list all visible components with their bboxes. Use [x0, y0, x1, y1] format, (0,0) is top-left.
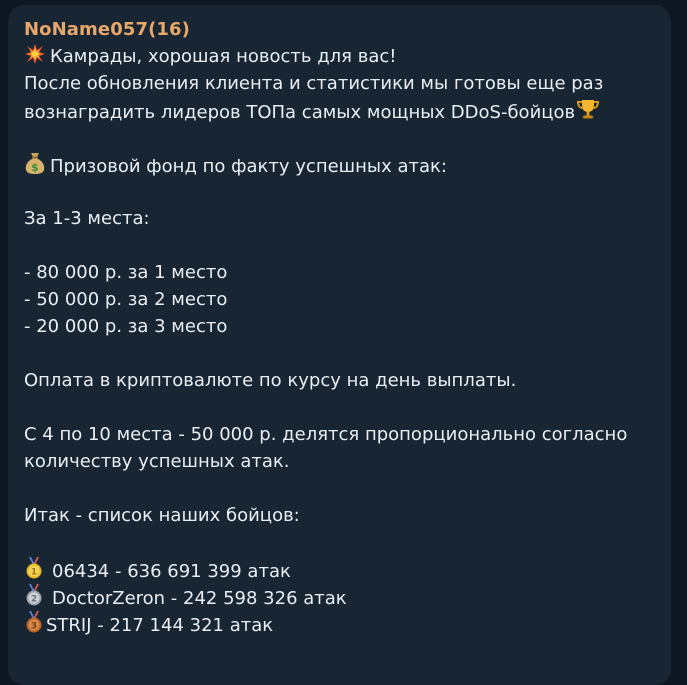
text-line-6: - 80 000 р. за 1 место [24, 259, 655, 286]
ranking-item-3: 3 STRIJ - 217 144 321 атак [24, 610, 655, 637]
message-text: Камрады, хорошая новость для вас! [50, 46, 397, 67]
message-text: количеству успешных атак. [24, 451, 290, 472]
message-text: - 20 000 р. за 3 место [24, 316, 228, 337]
ranking-text: DoctorZeron - 242 598 326 атак [52, 588, 347, 609]
text-line-1: Камрады, хорошая новость для вас! [24, 43, 655, 70]
text-line-5: За 1-3 места: [24, 205, 655, 232]
bronze-medal-icon: 3 [24, 610, 44, 642]
ranking-text: STRIJ - 217 144 321 атак [46, 615, 274, 636]
ranking-text: 06434 - 636 691 399 атак [52, 561, 291, 582]
message-text: С 4 по 10 места - 50 000 р. делятся проп… [24, 424, 628, 445]
message-text: Итак - список наших бойцов: [24, 505, 300, 526]
message-text: вознаградить лидеров ТОПа самых мощных D… [24, 102, 576, 123]
message-text: Оплата в криптовалюте по курсу на день в… [24, 370, 517, 391]
text-line-2: После обновления клиента и статистики мы… [24, 70, 655, 97]
svg-text:$: $ [31, 161, 39, 174]
message-text: - 50 000 р. за 2 место [24, 289, 228, 310]
svg-text:1: 1 [31, 568, 37, 578]
text-line-3: вознаградить лидеров ТОПа самых мощных D… [24, 97, 655, 124]
message-text: - 80 000 р. за 1 место [24, 262, 228, 283]
message-text: За 1-3 места: [24, 208, 150, 229]
text-line-4: $ Призовой фонд по факту успешных атак: [24, 151, 655, 178]
message-text: После обновления клиента и статистики мы… [24, 73, 604, 94]
text-line-8: - 20 000 р. за 3 место [24, 313, 655, 340]
money-bag-icon: $ [24, 151, 46, 183]
ranking-item-1: 1 06434 - 636 691 399 атак [24, 556, 655, 583]
message-text: Призовой фонд по факту успешных атак: [50, 156, 447, 177]
collision-icon [24, 43, 46, 73]
text-line-12: Итак - список наших бойцов: [24, 502, 655, 529]
message-bubble: NoName057(16) Камрады, хорошая новость д… [8, 5, 671, 685]
text-line-9: Оплата в криптовалюте по курсу на день в… [24, 367, 655, 394]
text-line-7: - 50 000 р. за 2 место [24, 286, 655, 313]
svg-text:3: 3 [31, 622, 37, 632]
text-line-10: С 4 по 10 места - 50 000 р. делятся проп… [24, 421, 655, 448]
svg-text:2: 2 [31, 595, 37, 605]
ranking-item-2: 2 DoctorZeron - 242 598 326 атак [24, 583, 655, 610]
sender-name[interactable]: NoName057(16) [24, 19, 655, 41]
trophy-icon [576, 97, 600, 129]
text-line-11: количеству успешных атак. [24, 448, 655, 475]
